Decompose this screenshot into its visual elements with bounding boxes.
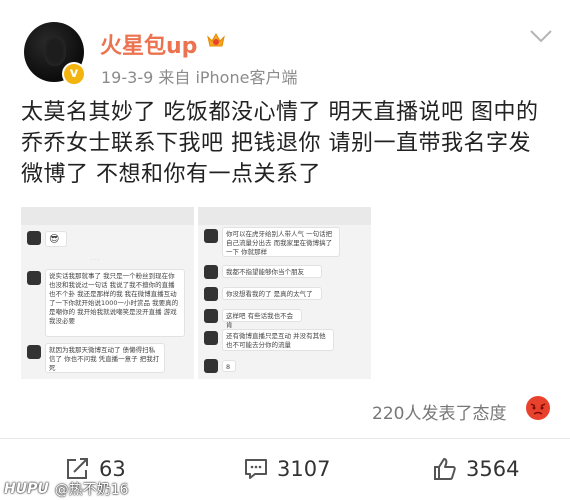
avatar-face	[44, 36, 66, 66]
chat-topbar	[21, 207, 194, 225]
chat-avatar	[27, 231, 41, 245]
post-header: v 火星包up 19-3-9 来自 iPhone客户端	[0, 0, 570, 96]
chat-screenshot-left[interactable]: 😎 · · · 说实话我那就事了 我只是一个粉丝到现在你也没和我说过一句话 我说…	[21, 207, 194, 379]
chat-avatar	[204, 309, 218, 323]
chat-message: 这样吧 有些话我也不会肯	[222, 309, 302, 329]
verified-badge-icon: v	[62, 62, 86, 86]
watermark-user: @热不奶16	[54, 482, 129, 498]
angry-face-icon[interactable]	[525, 395, 551, 421]
like-button[interactable]: 3564	[432, 454, 519, 484]
comment-icon	[245, 459, 267, 479]
chat-avatar	[27, 271, 41, 285]
chat-screenshot-right[interactable]: 你可以在虎牙给别人带人气 一句话把自己流量分出去 而我家里在微博搞了一下 你就那…	[198, 207, 371, 379]
chat-timestamp: · · ·	[91, 257, 99, 263]
chat-message: 😎	[45, 231, 67, 247]
thumbs-up-icon	[434, 458, 456, 480]
post-content: 太莫名其妙了 吃饭都没心情了 明天直播说吧 图中的乔乔女士联系下我吧 把钱退你 …	[21, 100, 539, 187]
chevron-down-icon[interactable]	[528, 27, 554, 45]
username[interactable]: 火星包up	[100, 28, 197, 60]
member-crown-icon[interactable]	[205, 29, 227, 51]
chat-message: 你没想看我的了 是真的太气了	[222, 287, 322, 300]
chat-avatar	[204, 265, 218, 279]
chat-message: 说实话我那就事了 我只是一个粉丝到现在你也没和我说过一句话 我说了我不擅你的直播…	[45, 269, 185, 337]
divider	[0, 438, 570, 439]
watermark-brand: HUPU	[4, 481, 49, 497]
chat-message: 我都不指望能够你当个朋友	[222, 265, 322, 278]
post-meta: 19-3-9 来自 iPhone客户端	[101, 68, 298, 87]
chat-avatar	[204, 229, 218, 243]
chat-avatar	[204, 359, 218, 373]
chat-message: 你可以在虎牙给别人带人气 一句话把自己流量分出去 而我家里在微博搞了一下 你就那…	[222, 227, 340, 257]
chat-avatar	[204, 331, 218, 345]
chat-message: 还有微博直播只是互动 并没有其他 也不可能去分你的流量	[222, 329, 334, 351]
reactions-summary[interactable]: 220人发表了态度	[372, 399, 506, 424]
chat-message: 就因为我那天微博互动了 债懒得扫私信了 你也不问我 凭直播一意子 把我打死	[45, 343, 165, 373]
comment-count: 3107	[277, 457, 331, 481]
chat-avatar	[204, 287, 218, 301]
chat-topbar	[198, 207, 371, 225]
chat-avatar	[27, 345, 41, 359]
comment-button[interactable]: 3107	[243, 454, 330, 484]
chat-message: 8	[222, 360, 236, 372]
watermark: HUPU @热不奶16	[0, 478, 129, 500]
like-count: 3564	[466, 457, 520, 481]
